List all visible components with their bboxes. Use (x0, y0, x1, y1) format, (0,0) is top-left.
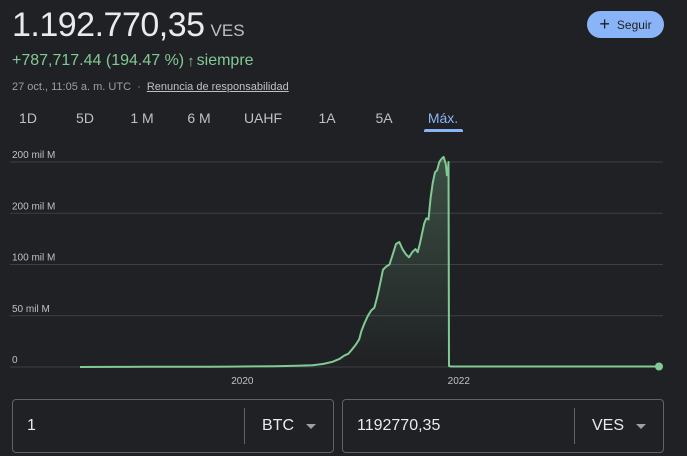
x-axis-labels: 2020 2022 (231, 376, 470, 387)
tab-1m[interactable]: 1 M (130, 110, 153, 126)
y-tick-label: 0 (12, 355, 18, 366)
tab-5y[interactable]: 5A (375, 110, 392, 126)
to-unit-select[interactable]: VES (575, 417, 663, 435)
y-tick-label: 100 mil M (12, 253, 55, 264)
y-tick-label: 200 mil M (12, 201, 55, 212)
tab-ytd[interactable]: UAHF (244, 110, 282, 126)
follow-button[interactable]: + Seguir (587, 11, 664, 38)
tab-max[interactable]: Máx. (428, 110, 458, 126)
finance-panel: 1.192.770,35 VES + Seguir +787,717.44 (1… (0, 0, 687, 456)
caret-down-icon (636, 423, 646, 429)
disclaimer-link[interactable]: Renuncia de responsabilidad (147, 81, 289, 93)
price-row: 1.192.770,35 VES (12, 6, 245, 45)
plus-icon: + (599, 13, 610, 34)
change-value: +787,717.44 (194.47 %) (12, 52, 185, 69)
converter-from: 1 BTC (12, 399, 334, 453)
to-amount-input[interactable]: 1192770,35 (343, 417, 574, 435)
tab-6m[interactable]: 6 M (187, 110, 210, 126)
x-tick-label: 2022 (448, 376, 471, 387)
to-unit-label: VES (591, 417, 624, 434)
caret-down-icon (306, 423, 316, 429)
meta-separator: · (137, 81, 141, 93)
from-unit-select[interactable]: BTC (245, 417, 333, 435)
tab-1y[interactable]: 1A (318, 110, 335, 126)
from-unit-label: BTC (262, 417, 294, 434)
range-tabs: 1D 5D 1 M 6 M UAHF 1A 5A Máx. (0, 106, 687, 134)
follow-button-label: Seguir (616, 17, 652, 32)
price-change: +787,717.44 (194.47 %) ↑ siempre (12, 52, 254, 70)
y-tick-label: 200 mil M (12, 150, 55, 161)
arrow-up-icon: ↑ (187, 52, 195, 70)
chart-grid (10, 161, 663, 368)
tab-1d[interactable]: 1D (19, 110, 37, 126)
x-tick-label: 2020 (231, 376, 254, 387)
change-period: siempre (196, 52, 254, 69)
tab-5d[interactable]: 5D (76, 110, 94, 126)
y-axis-labels: 0 50 mil M 100 mil M 200 mil M 200 mil M (12, 150, 55, 366)
converter-to: 1192770,35 VES (342, 399, 664, 453)
series-area (80, 156, 659, 367)
y-tick-label: 50 mil M (12, 304, 50, 315)
active-tab-indicator (424, 129, 463, 132)
series-end-point (655, 362, 663, 371)
price-chart[interactable]: 0 50 mil M 100 mil M 200 mil M 200 mil M 202… (0, 148, 687, 393)
current-price: 1.192.770,35 (12, 6, 205, 44)
from-amount-input[interactable]: 1 (13, 417, 244, 435)
price-currency: VES (210, 21, 245, 40)
timestamp: 27 oct., 11:05 a. m. UTC (12, 81, 132, 93)
meta-row: 27 oct., 11:05 a. m. UTC · Renuncia de r… (12, 81, 289, 93)
